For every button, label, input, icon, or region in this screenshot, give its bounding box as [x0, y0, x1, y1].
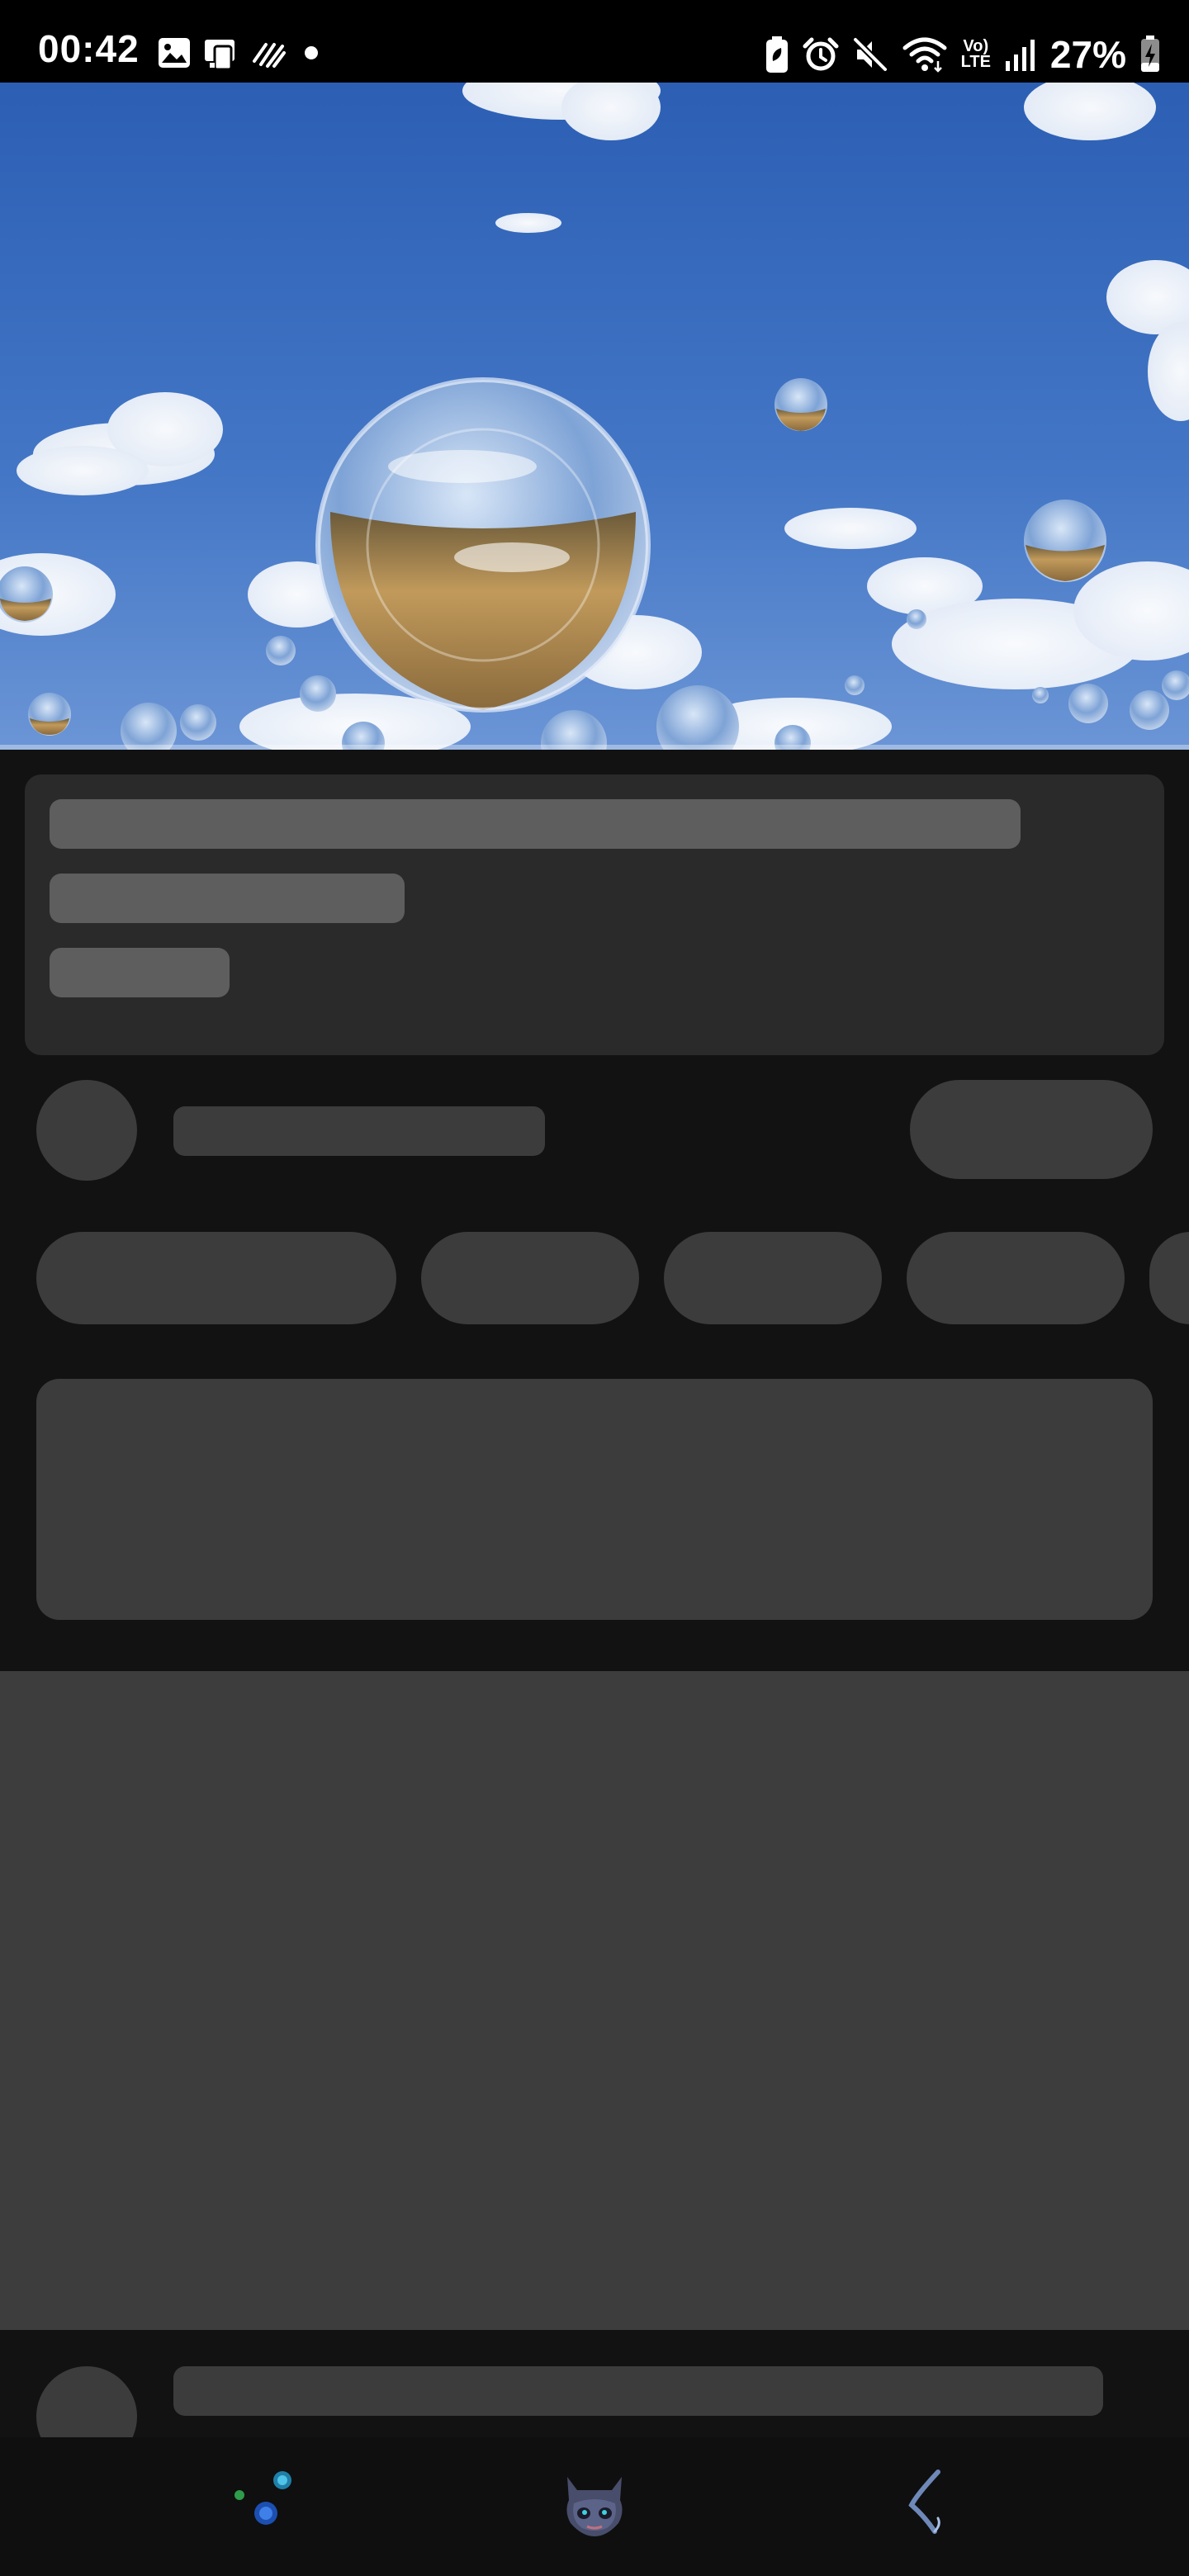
video-player[interactable]	[0, 83, 1189, 750]
skeleton-title-line	[50, 799, 1021, 849]
navigation-bar	[0, 2437, 1189, 2576]
wifi-icon	[902, 37, 947, 73]
status-bar: 00:42 Vo) LTE 27%	[0, 0, 1189, 83]
back-button[interactable]	[883, 2462, 974, 2545]
skeleton-avatar	[36, 1080, 137, 1181]
skeleton-action-chip	[1149, 1232, 1189, 1324]
dot-icon	[305, 46, 318, 59]
recent-apps-button[interactable]	[223, 2462, 314, 2545]
skeleton-comment-row	[0, 2330, 1189, 2437]
skeleton-meta-line	[50, 948, 230, 997]
home-button[interactable]	[549, 2462, 640, 2545]
skeleton-action-chip	[664, 1232, 882, 1324]
home-mascot-icon	[566, 2477, 623, 2536]
skeleton-action-chip	[36, 1232, 396, 1324]
mute-icon	[852, 37, 888, 72]
skeleton-title-card	[25, 774, 1164, 1055]
skeleton-content-panel	[0, 1671, 1189, 2330]
large-bubble	[315, 377, 651, 713]
video-frame-sky-bubbles	[0, 83, 1189, 750]
skeleton-comment-avatar	[36, 2366, 137, 2437]
battery-saver-icon	[765, 36, 788, 73]
loading-skeleton-sheet	[0, 750, 1189, 1671]
skeleton-channel-name	[173, 1106, 545, 1156]
back-icon	[908, 2469, 940, 2534]
skeleton-action-chip	[907, 1232, 1125, 1324]
status-left-icons	[157, 35, 324, 71]
skeleton-subtitle-line	[50, 874, 405, 923]
skeleton-comment-line	[173, 2366, 1103, 2416]
signal-icon	[1005, 40, 1035, 71]
alarm-icon	[803, 37, 839, 71]
tasks-icon	[253, 43, 286, 68]
skeleton-subscribe-button	[910, 1080, 1153, 1179]
status-time: 00:42	[38, 27, 140, 70]
battery-percent: 27%	[1049, 33, 1126, 76]
status-right-icons: Vo) LTE 27%	[765, 30, 1161, 79]
skeleton-action-chip	[421, 1232, 639, 1324]
volte-label-bottom: LTE	[960, 53, 991, 71]
volte-icon: Vo) LTE	[960, 38, 991, 71]
skeleton-description-box	[36, 1379, 1153, 1620]
battery-charging-icon	[1141, 36, 1159, 72]
device-icon	[205, 40, 234, 71]
gallery-icon	[159, 38, 190, 68]
recent-apps-icon	[234, 2471, 291, 2525]
